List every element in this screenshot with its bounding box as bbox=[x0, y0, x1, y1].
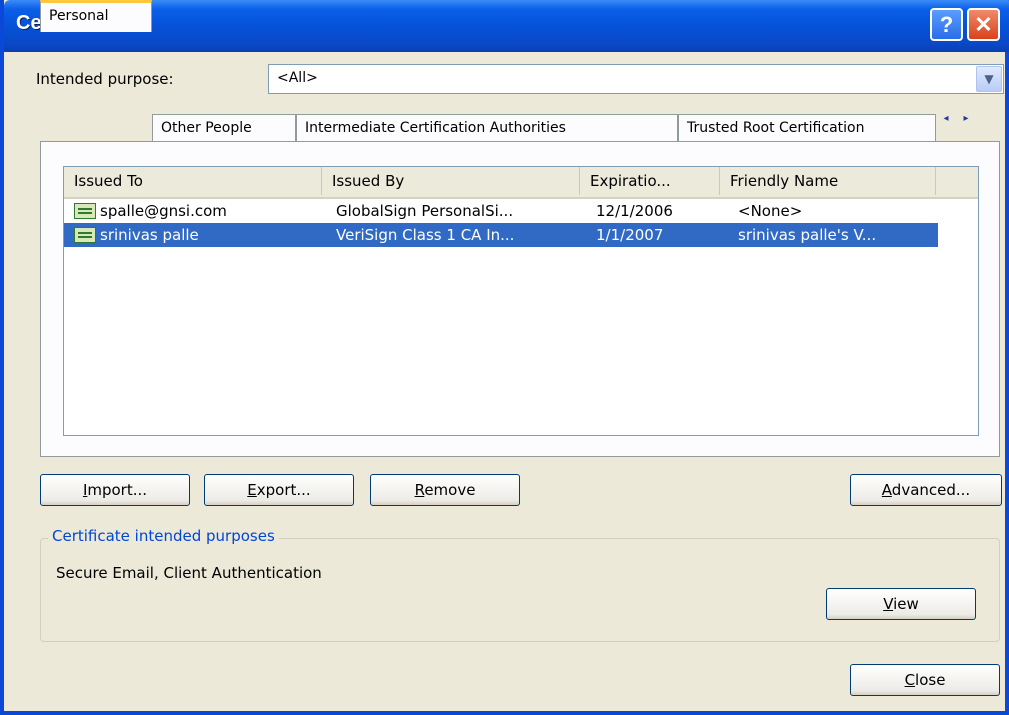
column-header-expiration[interactable]: Expiratio... bbox=[580, 167, 720, 195]
help-icon[interactable]: ? bbox=[930, 8, 963, 41]
table-row-selected[interactable]: srinivas palle VeriSign Class 1 CA In...… bbox=[64, 223, 938, 247]
cell-expiration: 12/1/2006 bbox=[596, 202, 673, 220]
intended-purposes-legend: Certificate intended purposes bbox=[48, 527, 279, 545]
intended-purpose-dropdown[interactable]: <All> ▼ bbox=[268, 64, 1004, 94]
view-mnemonic: V bbox=[883, 595, 894, 613]
tab-scroll-right-icon[interactable]: ▸ bbox=[956, 113, 976, 124]
tab-panel-personal: Issued To Issued By Expiratio... Friendl… bbox=[40, 141, 1000, 457]
tab-other-people[interactable]: Other People bbox=[152, 114, 296, 141]
advanced-label: dvanced... bbox=[891, 481, 971, 499]
cell-issued-to: spalle@gnsi.com bbox=[100, 202, 227, 220]
intended-purpose-label-text: Intended purpose: bbox=[36, 70, 174, 88]
column-header-friendly-name[interactable]: Friendly Name bbox=[720, 167, 936, 195]
intended-purpose-value: <All> bbox=[277, 70, 318, 86]
close-label: lose bbox=[915, 671, 946, 689]
certificate-icon bbox=[74, 203, 96, 219]
intended-purpose-label: Intended purpose: bbox=[36, 70, 174, 88]
cell-friendly-name: srinivas palle's V... bbox=[738, 226, 877, 244]
advanced-mnemonic: A bbox=[881, 481, 892, 499]
export-mnemonic: E bbox=[247, 481, 257, 499]
view-label: iew bbox=[893, 595, 919, 613]
tab-trusted-root-label: Trusted Root Certification bbox=[687, 120, 865, 136]
intended-purposes-text: Secure Email, Client Authentication bbox=[56, 564, 322, 582]
title-bar[interactable]: Certificates ? ✕ bbox=[4, 0, 1009, 52]
certificate-list[interactable]: Issued To Issued By Expiratio... Friendl… bbox=[63, 166, 979, 436]
certificate-icon bbox=[74, 227, 96, 243]
tab-intermediate-ca[interactable]: Intermediate Certification Authorities bbox=[296, 114, 678, 141]
certificates-dialog: Certificates ? ✕ Intended purpose: <All>… bbox=[0, 0, 1009, 715]
import-button[interactable]: Import... bbox=[40, 474, 190, 506]
close-mnemonic: C bbox=[904, 671, 916, 689]
remove-button[interactable]: Remove bbox=[370, 474, 520, 506]
chevron-down-icon[interactable]: ▼ bbox=[976, 66, 1002, 92]
cell-issued-by: VeriSign Class 1 CA In... bbox=[336, 226, 515, 244]
cell-expiration: 1/1/2007 bbox=[596, 226, 664, 244]
tab-intermediate-ca-label: Intermediate Certification Authorities bbox=[305, 120, 566, 136]
cell-issued-by: GlobalSign PersonalSi... bbox=[336, 202, 514, 220]
tab-personal[interactable]: Personal bbox=[40, 0, 152, 32]
close-button[interactable]: Close bbox=[850, 664, 1000, 696]
import-label: mport... bbox=[87, 481, 148, 499]
tab-other-people-label: Other People bbox=[161, 120, 252, 136]
tab-personal-label: Personal bbox=[49, 8, 109, 24]
remove-mnemonic: R bbox=[414, 481, 425, 499]
export-label: xport... bbox=[256, 481, 311, 499]
tab-scroll-left-icon[interactable]: ◂ bbox=[936, 113, 956, 124]
column-header-issued-by[interactable]: Issued By bbox=[322, 167, 580, 195]
column-header-issued-to[interactable]: Issued To bbox=[64, 167, 322, 195]
cell-friendly-name: <None> bbox=[738, 202, 803, 220]
cell-issued-to: srinivas palle bbox=[100, 226, 199, 244]
tab-scroll-buttons: ◂ ▸ bbox=[936, 113, 980, 133]
view-button[interactable]: View bbox=[826, 588, 976, 620]
table-row[interactable]: spalle@gnsi.com GlobalSign PersonalSi...… bbox=[64, 199, 938, 223]
remove-label: emove bbox=[424, 481, 476, 499]
close-icon[interactable]: ✕ bbox=[967, 8, 1000, 41]
list-header: Issued To Issued By Expiratio... Friendl… bbox=[64, 167, 978, 199]
advanced-button[interactable]: Advanced... bbox=[850, 474, 1002, 506]
tab-trusted-root[interactable]: Trusted Root Certification bbox=[678, 114, 936, 141]
export-button[interactable]: Export... bbox=[204, 474, 354, 506]
